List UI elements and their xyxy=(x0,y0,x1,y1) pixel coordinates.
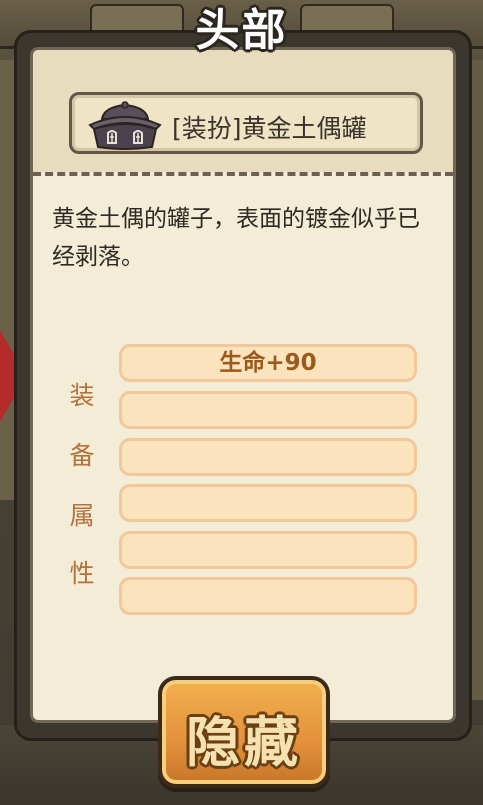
attribute-value: 生命+90 xyxy=(219,350,317,376)
attribute-row xyxy=(119,531,417,569)
attribute-row xyxy=(119,438,417,476)
attribute-row xyxy=(119,484,417,522)
hide-button[interactable]: 隐藏 xyxy=(158,676,330,788)
panel-header: [装扮]黄金土偶罐 xyxy=(33,50,453,172)
slot-title: 头部 xyxy=(195,5,288,56)
item-info-panel: [装扮]黄金土偶罐 黄金土偶的罐子，表面的镀金似乎已经剥落。 装 备 属 性 生… xyxy=(17,33,469,738)
item-name: [装扮]黄金土偶罐 xyxy=(172,114,367,143)
hide-button-label: 隐藏 xyxy=(186,711,302,774)
attribute-label-char: 性 xyxy=(69,559,95,588)
attribute-row: 生命+90 xyxy=(119,344,417,382)
divider xyxy=(33,172,453,176)
panel-content: [装扮]黄金土偶罐 黄金土偶的罐子，表面的镀金似乎已经剥落。 装 备 属 性 生… xyxy=(30,47,456,723)
attribute-label-char: 属 xyxy=(69,501,95,530)
attribute-label-char: 装 xyxy=(69,381,95,410)
attribute-row xyxy=(119,391,417,429)
attribute-label-char: 备 xyxy=(69,441,95,470)
item-description: 黄金土偶的罐子，表面的镀金似乎已经剥落。 xyxy=(52,206,420,270)
clay-pot-icon xyxy=(88,101,162,150)
item-name-box: [装扮]黄金土偶罐 xyxy=(69,92,423,154)
attribute-row xyxy=(119,577,417,615)
